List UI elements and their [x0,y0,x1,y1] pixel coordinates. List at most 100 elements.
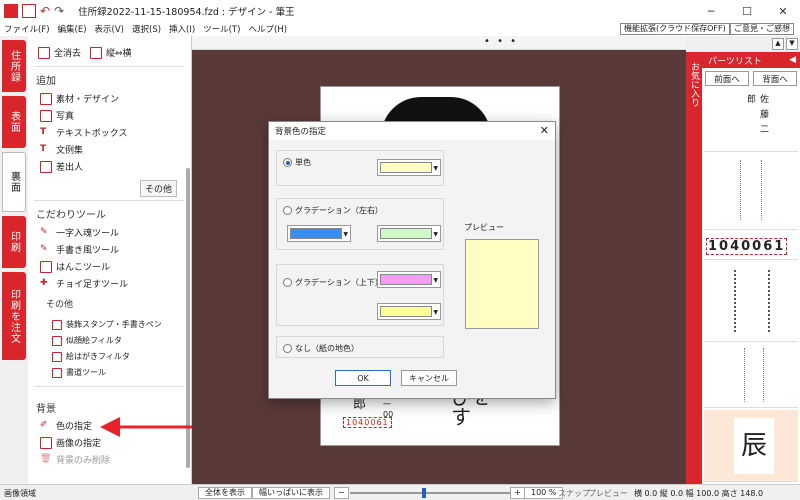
tab-print-order[interactable]: 印刷を注文 [2,272,26,360]
tab-back[interactable]: 裏面 [2,152,26,212]
add-textbox-label: テキストボックス [56,129,128,139]
more-dots-icon[interactable]: • • • [484,36,518,47]
grad-tb-color1-picker[interactable]: ▼ [377,271,441,288]
close-button[interactable]: ✕ [766,0,800,22]
grad-lr-radio[interactable]: グラデーション（左右） [283,205,383,216]
bg-color-dialog: 背景色の指定 ✕ 単色 ▼ グラデーション（左右） ▼ ▼ グラデーション（上下… [268,121,556,399]
parts-list-header: パーツリスト ◀ [702,52,800,68]
grad-lr-color1-fill [290,228,342,239]
grad-tb-group: グラデーション（上下） ▼ ▼ [276,264,444,326]
part-thumb-name[interactable]: 佐藤二郎 [704,88,798,152]
grad-tb-color2-picker[interactable]: ▼ [377,303,441,320]
add-other-button[interactable]: その他 [140,180,178,197]
deco-stamp-item[interactable]: 装飾スタンプ・手書きペン [52,319,162,330]
orientation-button[interactable]: 縦⇔横 [90,46,132,59]
cancel-button[interactable]: キャンセル [401,370,457,386]
stamp-tool-label: はんこツール [56,263,111,273]
snap-toggle[interactable]: スナップ [558,488,590,499]
stamp-tool-item[interactable]: はんこツール [40,260,110,273]
ok-button[interactable]: OK [335,370,391,386]
favorites-tab[interactable] [686,52,702,484]
add-material-label: 素材・デザイン [56,95,120,105]
maximize-button[interactable]: ☐ [730,0,764,22]
tab-front[interactable]: 表面 [2,96,26,148]
save-icon[interactable] [22,4,36,18]
grad-lr-color1-picker[interactable]: ▼ [287,225,351,242]
none-radio[interactable]: なし（紙の地色） [283,343,359,354]
scroll-up-button[interactable]: ▲ [772,38,784,50]
collapse-icon[interactable]: ◀ [789,55,796,65]
redo-icon[interactable]: ↷ [54,4,64,18]
add-phrase-item[interactable]: T 文例集 [40,143,84,157]
bg-color-label: 色の指定 [56,422,93,432]
zoom-slider-thumb[interactable] [422,488,426,498]
show-all-button[interactable]: 全体を表示 [198,487,252,499]
portrait-filter-label: 似顔絵フィルタ [66,336,122,345]
front-button[interactable]: 前面へ [705,71,749,86]
brush-icon: ✎ [40,243,48,254]
bg-delete-item[interactable]: 🗑 背景のみ削除 [40,453,110,467]
back-button[interactable]: 背面へ [753,71,797,86]
grad-tb-radio[interactable]: グラデーション（上下） [283,277,383,288]
grad-tb-color1-fill [380,274,432,285]
canvas-top-strip: • • • [192,36,686,50]
handwrite-tool-label: 手書き風ツール [56,246,120,256]
textbox-icon: T [40,126,47,137]
menu-select[interactable]: 選択(S) [128,23,165,35]
menu-edit[interactable]: 編集(E) [54,23,91,35]
grad-lr-color2-picker[interactable]: ▼ [377,225,441,242]
add-photo-item[interactable]: 写真 [40,109,74,122]
ichiji-tool-label: 一字入魂ツール [56,229,120,239]
menu-help[interactable]: ヘルプ(H) [245,23,292,35]
undo-icon[interactable]: ↶ [40,4,50,18]
postcard-filter-item[interactable]: 絵はがきフィルタ [52,351,130,362]
add-sender-label: 差出人 [56,163,84,173]
clear-all-button[interactable]: 全消去 [38,46,81,59]
choitasu-tool-item[interactable]: ✚ チョイ足すツール [40,277,128,291]
solid-radio-label: 単色 [295,158,311,167]
feedback-button[interactable]: ご意見・ご感想 [730,23,794,35]
add-material-item[interactable]: 素材・デザイン [40,92,119,105]
fit-width-button[interactable]: 幅いっぱいに表示 [252,487,330,499]
bg-color-item[interactable]: ✐ 色の指定 [40,419,93,433]
add-textbox-item[interactable]: T テキストボックス [40,126,128,140]
solid-color-picker[interactable]: ▼ [377,159,441,176]
divider [34,386,184,387]
tab-address-book[interactable]: 住所録 [2,40,26,92]
phrase-icon: T [40,143,47,154]
parts-list-title: パーツリスト [708,56,762,67]
thumb-name-text: 佐藤二郎 [745,94,768,139]
zoom-in-button[interactable]: + [510,487,525,499]
title-bar: ↶ ↷ 住所録2022-11-15-180954.fzd : デザイン - 筆王… [0,0,800,22]
part-thumb-postal[interactable]: 1040061 [704,232,798,260]
handwrite-tool-item[interactable]: ✎ 手書き風ツール [40,243,120,257]
zoom-out-button[interactable]: − [334,487,349,499]
card-postal-code: 1040061 [343,417,392,428]
tab-print[interactable]: 印刷 [2,216,26,268]
bg-image-item[interactable]: 画像の指定 [40,436,101,449]
zoom-slider[interactable] [350,492,510,494]
menu-file[interactable]: ファイル(F) [0,23,54,35]
solid-radio[interactable]: 単色 [283,157,311,168]
feature-expansion-button[interactable]: 機能拡張(クラウド保存OFF) [620,23,730,35]
menu-insert[interactable]: 挿入(I) [165,23,199,35]
preview-toggle[interactable]: プレビュー [588,488,628,499]
portrait-icon [52,335,62,346]
scroll-down-button[interactable]: ▼ [786,38,798,50]
part-thumb-greeting[interactable] [704,264,798,342]
ichiji-tool-item[interactable]: ✎ 一字入魂ツール [40,226,120,240]
part-thumb-text[interactable] [704,344,798,408]
menu-view[interactable]: 表示(V) [91,23,128,35]
add-sender-item[interactable]: 差出人 [40,160,83,173]
minimize-button[interactable]: ─ [694,0,728,22]
dialog-close-icon[interactable]: ✕ [540,124,549,137]
menu-tools[interactable]: ツール(T) [199,23,244,35]
portrait-filter-item[interactable]: 似顔絵フィルタ [52,335,122,346]
solid-color-fill [380,162,432,173]
material-icon [40,92,52,105]
calligraphy-tool-item[interactable]: 書道ツール [52,367,106,378]
part-thumb-zodiac[interactable]: 辰 [704,410,798,482]
part-thumb-address[interactable] [704,154,798,230]
add-phrase-label: 文例集 [56,146,84,156]
stamp-icon [40,260,52,273]
